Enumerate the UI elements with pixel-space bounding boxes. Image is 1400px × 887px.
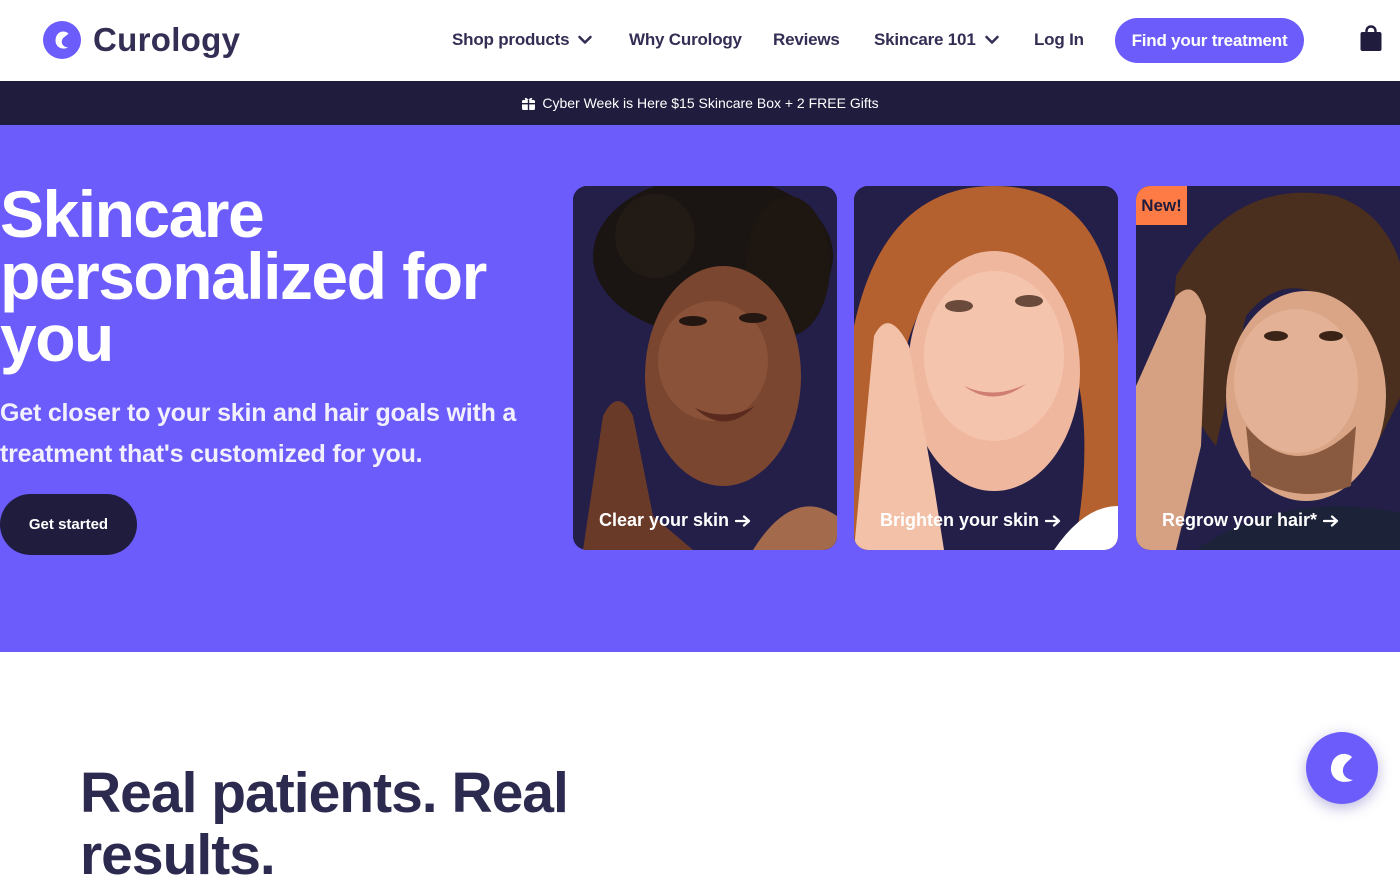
card-label: Regrow your hair* — [1162, 510, 1318, 530]
nav-reviews-label: Reviews — [773, 30, 840, 49]
logo-wordmark: Curology — [93, 21, 241, 58]
chevron-down-icon — [984, 35, 999, 44]
chat-widget-button[interactable] — [1306, 732, 1378, 804]
nav-why-curology[interactable]: Why Curology — [629, 30, 742, 50]
nav-shop-products-label: Shop products — [452, 30, 570, 49]
hero-section: Skincare personalized for you Get closer… — [0, 125, 1400, 652]
nav-shop-products[interactable]: Shop products — [452, 30, 593, 50]
woman-portrait-image — [573, 186, 837, 550]
card-label: Brighten your skin — [880, 510, 1040, 530]
nav-reviews[interactable]: Reviews — [773, 30, 840, 50]
regrow-your-hair-card[interactable]: New! Regrow your hair* — [1136, 186, 1400, 550]
regrow-your-hair-link[interactable]: Regrow your hair* — [1162, 510, 1339, 531]
promo-text: Cyber Week is Here $15 Skincare Box + 2 … — [542, 95, 879, 111]
new-badge: New! — [1136, 186, 1187, 225]
get-started-button[interactable]: Get started — [0, 494, 137, 555]
hero-subtitle: Get closer to your skin and hair goals w… — [0, 399, 517, 468]
woman-portrait-image — [854, 186, 1118, 550]
curology-chat-icon — [1330, 753, 1353, 782]
promo-banner[interactable]: Cyber Week is Here $15 Skincare Box + 2 … — [0, 81, 1400, 125]
find-your-treatment-button[interactable]: Find your treatment — [1115, 18, 1304, 63]
arrow-right-icon — [1045, 514, 1061, 527]
promo-content: Cyber Week is Here $15 Skincare Box + 2 … — [521, 95, 879, 111]
hero-title: Skincare personalized for you — [0, 177, 487, 375]
card-label: Clear your skin — [599, 510, 730, 530]
site-header: Curology Shop products Why Curology Revi… — [0, 0, 1400, 81]
clear-your-skin-link[interactable]: Clear your skin — [599, 510, 751, 531]
curology-logo[interactable]: Curology — [43, 21, 240, 59]
nav-why-curology-label: Why Curology — [629, 30, 742, 49]
nav-skincare-101[interactable]: Skincare 101 — [874, 30, 1000, 50]
nav-log-in-label: Log In — [1034, 30, 1084, 49]
arrow-right-icon — [735, 514, 751, 527]
arrow-right-icon — [1323, 514, 1339, 527]
gift-icon — [522, 97, 536, 110]
brighten-your-skin-link[interactable]: Brighten your skin — [880, 510, 1061, 531]
chevron-down-icon — [578, 35, 593, 44]
man-portrait-image — [1136, 186, 1400, 550]
nav-skincare-101-label: Skincare 101 — [874, 30, 976, 49]
curology-c-icon — [43, 21, 81, 59]
nav-log-in[interactable]: Log In — [1034, 30, 1084, 50]
clear-your-skin-card[interactable]: Clear your skin — [573, 186, 837, 550]
results-heading: Real patients. Real results. — [80, 761, 569, 887]
shopping-bag-icon[interactable] — [1359, 25, 1383, 52]
brighten-your-skin-card[interactable]: Brighten your skin — [854, 186, 1118, 550]
